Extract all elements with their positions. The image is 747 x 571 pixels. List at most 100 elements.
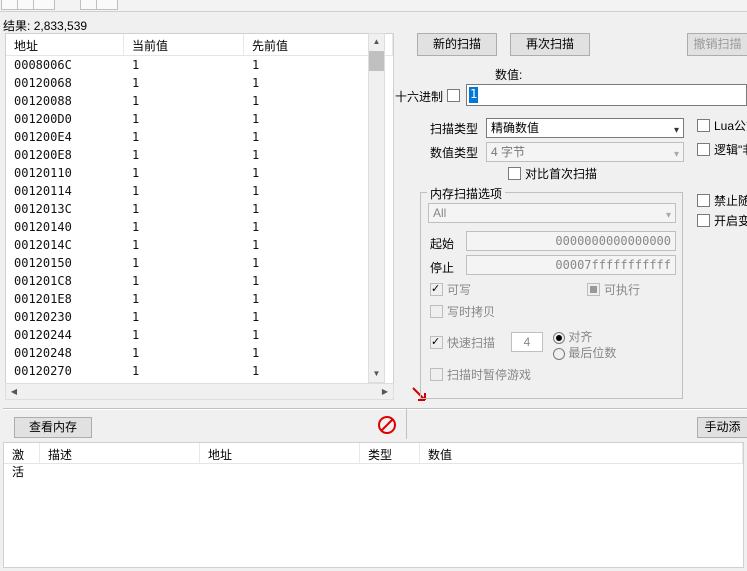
undo-scan-button: 撤销扫描: [687, 33, 747, 56]
compare-first-label: 对比首次扫描: [525, 165, 597, 182]
memory-scan-options-box: 内存扫描选项 All ▾ 起始 0000000000000000 停止 0000…: [420, 192, 683, 399]
start-label: 起始: [430, 235, 454, 252]
table-row[interactable]: 001200E411: [6, 128, 393, 146]
table-row[interactable]: 0012011011: [6, 164, 393, 182]
col-desc[interactable]: 描述: [40, 443, 200, 463]
found-list[interactable]: 地址 当前值 先前值 0008006C110012006811001200881…: [5, 33, 394, 400]
table-row[interactable]: 001200D011: [6, 110, 393, 128]
logic-not-checkbox[interactable]: [697, 143, 710, 156]
chevron-down-icon: ▾: [666, 207, 671, 225]
last-digits-radio-row: 最后位数: [553, 344, 616, 361]
cell-address: 001201E8: [6, 290, 124, 308]
scan-type-value: 精确数值: [491, 121, 539, 135]
cell-current: 1: [124, 254, 244, 272]
copy-on-write-checkbox: [430, 305, 443, 318]
horizontal-scrollbar[interactable]: ◀ ▶: [5, 383, 394, 400]
aligned-radio-row: 对齐: [553, 328, 592, 345]
executable-checkbox: [587, 283, 600, 296]
cell-current: 1: [124, 218, 244, 236]
cell-current: 1: [124, 182, 244, 200]
pause-game-checkbox: [430, 368, 443, 381]
hex-label: 十六进制: [395, 88, 443, 105]
scroll-left-icon[interactable]: ◀: [6, 384, 22, 399]
vertical-scrollbar[interactable]: ▲ ▼: [368, 33, 385, 383]
toolbar-stub: [0, 0, 747, 12]
memory-box-title: 内存扫描选项: [427, 185, 505, 202]
table-row[interactable]: 0012014011: [6, 218, 393, 236]
cell-current: 1: [124, 362, 244, 380]
cell-address: 00120088: [6, 92, 124, 110]
cell-current: 1: [124, 272, 244, 290]
fast-scan-checkbox: [430, 336, 443, 349]
scroll-down-icon[interactable]: ▼: [369, 366, 384, 382]
view-memory-button[interactable]: 查看内存: [14, 417, 92, 438]
cell-current: 1: [124, 110, 244, 128]
stop-address-input: 00007fffffffffff: [466, 255, 676, 275]
lua-formula-label: Lua公式: [714, 117, 747, 134]
value-type-value: 4 字节: [491, 145, 525, 159]
value-input[interactable]: [469, 87, 744, 103]
enable-speedhack-checkbox[interactable]: [697, 214, 710, 227]
cell-address: 00120068: [6, 74, 124, 92]
scan-type-label: 扫描类型: [430, 120, 478, 137]
col-current[interactable]: 当前值: [124, 34, 244, 55]
table-row[interactable]: 0012027011: [6, 362, 393, 380]
lua-formula-checkbox[interactable]: [697, 119, 710, 132]
last-digits-label: 最后位数: [568, 346, 616, 360]
memory-region-select: All ▾: [428, 203, 676, 223]
writable-checkbox: [430, 283, 443, 296]
cell-current: 1: [124, 92, 244, 110]
table-row[interactable]: 0012013C11: [6, 200, 393, 218]
compare-first-checkbox[interactable]: [508, 167, 521, 180]
disable-random-checkbox[interactable]: [697, 194, 710, 207]
cell-current: 1: [124, 290, 244, 308]
col-address[interactable]: 地址: [6, 34, 124, 55]
value-type-select: 4 字节 ▾: [486, 142, 684, 162]
address-table[interactable]: 激活 描述 地址 类型 数值: [3, 442, 744, 568]
hex-checkbox[interactable]: [447, 89, 460, 102]
table-row[interactable]: 0012011411: [6, 182, 393, 200]
table-row[interactable]: 0012015011: [6, 254, 393, 272]
table-row[interactable]: 0012008811: [6, 92, 393, 110]
cell-address: 00120140: [6, 218, 124, 236]
aligned-label: 对齐: [568, 330, 592, 344]
cell-current: 1: [124, 128, 244, 146]
col-type[interactable]: 类型: [360, 443, 420, 463]
col-active[interactable]: 激活: [4, 443, 40, 463]
cell-current: 1: [124, 344, 244, 362]
cell-address: 001201C8: [6, 272, 124, 290]
scroll-up-icon[interactable]: ▲: [369, 34, 384, 50]
col-value[interactable]: 数值: [420, 443, 743, 463]
col-addr[interactable]: 地址: [200, 443, 360, 463]
found-list-header: 地址 当前值 先前值: [6, 34, 393, 56]
table-row[interactable]: 001200E811: [6, 146, 393, 164]
address-table-header: 激活 描述 地址 类型 数值: [4, 443, 743, 464]
copy-on-write-label: 写时拷贝: [447, 303, 495, 320]
table-row[interactable]: 0012024411: [6, 326, 393, 344]
table-row[interactable]: 0008006C11: [6, 56, 393, 74]
next-scan-button[interactable]: 再次扫描: [510, 33, 590, 56]
cell-address: 001200E4: [6, 128, 124, 146]
scan-type-select[interactable]: 精确数值 ▾: [486, 118, 684, 138]
scroll-right-icon[interactable]: ▶: [377, 384, 393, 399]
value-input-wrap[interactable]: 1: [466, 84, 747, 106]
value-selection: 1: [469, 87, 478, 103]
cell-address: 00120270: [6, 362, 124, 380]
table-row[interactable]: 0012023011: [6, 308, 393, 326]
new-scan-button[interactable]: 新的扫描: [417, 33, 497, 56]
table-row[interactable]: 001201C811: [6, 272, 393, 290]
cell-address: 00120244: [6, 326, 124, 344]
table-row[interactable]: 001201E811: [6, 290, 393, 308]
cell-address: 00120230: [6, 308, 124, 326]
scroll-thumb[interactable]: [369, 51, 384, 71]
memory-region-value: All: [433, 206, 446, 220]
value-type-label: 数值类型: [430, 144, 478, 161]
table-row[interactable]: 0012006811: [6, 74, 393, 92]
table-row[interactable]: 0012014C11: [6, 236, 393, 254]
last-digits-radio: [553, 348, 565, 360]
manual-add-button[interactable]: 手动添: [697, 417, 747, 438]
cell-address: 0012013C: [6, 200, 124, 218]
clear-list-icon[interactable]: [375, 413, 399, 437]
executable-label: 可执行: [604, 281, 640, 298]
table-row[interactable]: 0012024811: [6, 344, 393, 362]
